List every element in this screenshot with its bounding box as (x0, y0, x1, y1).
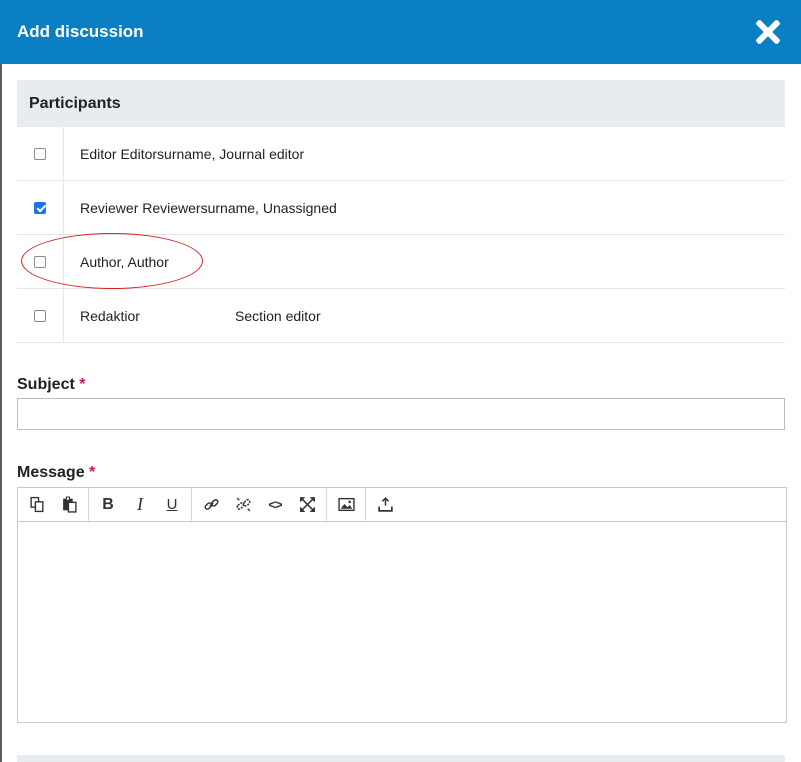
code-icon[interactable]: <> (259, 491, 291, 519)
image-icon[interactable] (330, 491, 362, 519)
participant-row: Editor Editorsurname, Journal editor (17, 127, 785, 181)
bold-icon[interactable]: B (92, 491, 124, 519)
participant-role: Section editor (235, 307, 321, 324)
participant-row: Reviewer Reviewersurname, Unassigned (17, 181, 785, 235)
participant-row: Author, Author (17, 235, 785, 289)
participant-checkbox-author[interactable] (34, 255, 46, 268)
participants-heading: Participants (17, 80, 785, 127)
paste-icon[interactable] (53, 491, 85, 519)
participants-panel: Participants Editor Editorsurname, Journ… (17, 80, 785, 343)
close-icon[interactable] (755, 19, 781, 45)
upload-icon[interactable] (369, 491, 401, 519)
copy-icon[interactable] (21, 491, 53, 519)
modal-header: Add discussion (0, 0, 801, 64)
message-label: Message * (17, 464, 96, 481)
required-mark: * (79, 376, 86, 393)
subject-input[interactable] (17, 398, 785, 430)
subject-label: Subject * (17, 376, 86, 393)
footer-strip (17, 755, 785, 762)
participant-checkbox-editor[interactable] (34, 147, 46, 160)
participant-checkbox-redaktior[interactable] (34, 309, 46, 322)
participant-name: Reviewer Reviewersurname, Unassigned (80, 199, 337, 216)
participant-name: Editor Editorsurname, Journal editor (80, 145, 305, 162)
required-mark: * (89, 464, 96, 481)
link-icon[interactable] (195, 491, 227, 519)
message-textarea[interactable] (18, 522, 786, 722)
italic-icon[interactable]: I (124, 491, 156, 519)
message-editor: B I U <> (17, 487, 787, 723)
left-edge-divider (0, 64, 2, 762)
editor-toolbar: B I U <> (18, 488, 786, 522)
participant-name: Author, Author (80, 253, 169, 270)
fullscreen-icon[interactable] (291, 491, 323, 519)
unlink-icon[interactable] (227, 491, 259, 519)
participant-checkbox-reviewer[interactable] (34, 201, 46, 214)
underline-icon[interactable]: U (156, 491, 188, 519)
participant-row: Redaktior Section editor (17, 289, 785, 343)
modal-title: Add discussion (17, 22, 144, 41)
participant-name: Redaktior (80, 307, 140, 324)
